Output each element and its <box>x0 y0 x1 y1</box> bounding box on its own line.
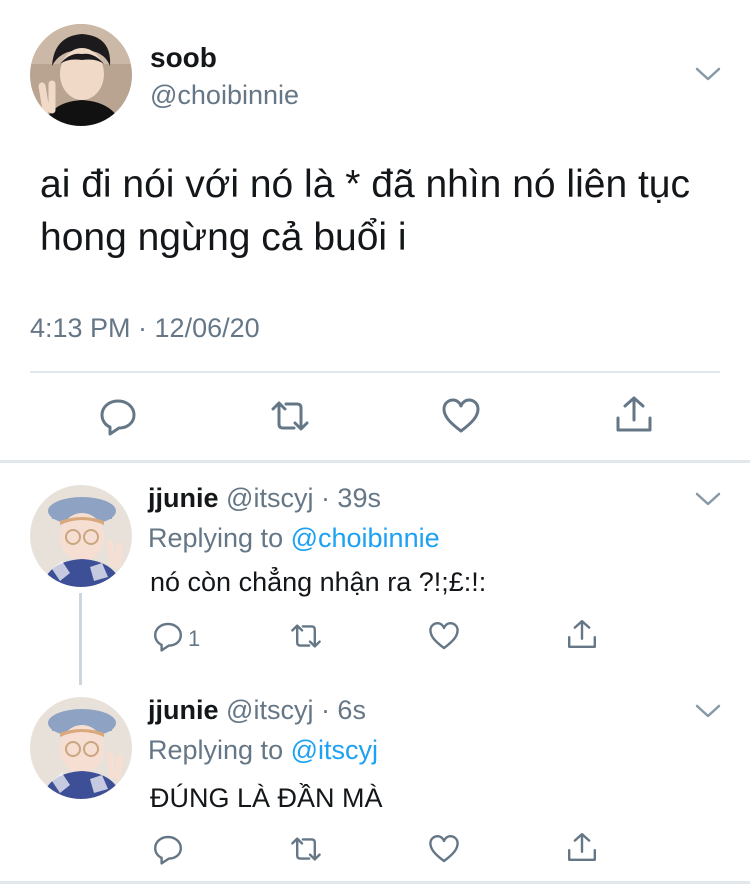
display-name[interactable]: jjunie @itscyj · 6s <box>148 695 366 726</box>
main-tweet: soob @choibinnie ai đi nói với nó là * đ… <box>0 0 750 462</box>
display-name-text[interactable]: jjunie <box>148 695 219 725</box>
display-name-text[interactable]: jjunie <box>148 483 219 513</box>
avatar[interactable] <box>30 485 132 587</box>
reply-tweet: jjunie @itscyj · 6s Replying to @itscyj … <box>0 685 750 881</box>
tweet-timestamp[interactable]: 4:13 PM · 12/06/20 <box>30 313 260 344</box>
tweet-text: ai đi nói với nó là * đã nhìn nó liên tụ… <box>40 163 690 259</box>
retweet-icon[interactable] <box>290 833 322 865</box>
like-icon[interactable] <box>428 620 460 652</box>
share-icon[interactable] <box>566 831 598 863</box>
reply-text: ĐÚNG LÀ ĐẦN MÀ <box>150 783 383 813</box>
handle-and-time: @itscyj · 6s <box>226 695 366 725</box>
chevron-down-icon[interactable] <box>695 491 721 507</box>
chevron-down-icon[interactable] <box>695 66 721 82</box>
replying-to-label: Replying to <box>148 735 291 765</box>
retweet-icon[interactable] <box>290 620 322 652</box>
like-icon[interactable] <box>441 396 481 436</box>
avatar[interactable] <box>30 24 132 126</box>
retweet-icon[interactable] <box>270 396 310 436</box>
display-name[interactable]: jjunie @itscyj · 39s <box>148 483 381 514</box>
mention-link[interactable]: @itscyj <box>291 735 378 765</box>
divider <box>30 371 720 373</box>
display-name[interactable]: soob <box>150 42 217 74</box>
replying-to-label: Replying to <box>148 523 291 553</box>
thread-line <box>79 593 82 685</box>
user-handle[interactable]: @choibinnie <box>150 80 299 111</box>
reply-icon[interactable] <box>152 833 184 865</box>
mention-link[interactable]: @choibinnie <box>291 523 440 553</box>
like-icon[interactable] <box>428 833 460 865</box>
replying-to: Replying to @itscyj <box>148 735 378 766</box>
reply-icon[interactable] <box>152 620 184 652</box>
reply-tweet: jjunie @itscyj · 39s Replying to @choibi… <box>0 463 750 685</box>
handle-and-time: @itscyj · 39s <box>226 483 381 513</box>
reply-text: nó còn chẳng nhận ra ?!;£:!: <box>150 567 487 597</box>
replying-to: Replying to @choibinnie <box>148 523 440 554</box>
share-icon[interactable] <box>614 394 654 434</box>
reply-icon[interactable] <box>98 396 138 436</box>
avatar[interactable] <box>30 697 132 799</box>
share-icon[interactable] <box>566 618 598 650</box>
reply-count: 1 <box>188 626 201 651</box>
chevron-down-icon[interactable] <box>695 703 721 719</box>
